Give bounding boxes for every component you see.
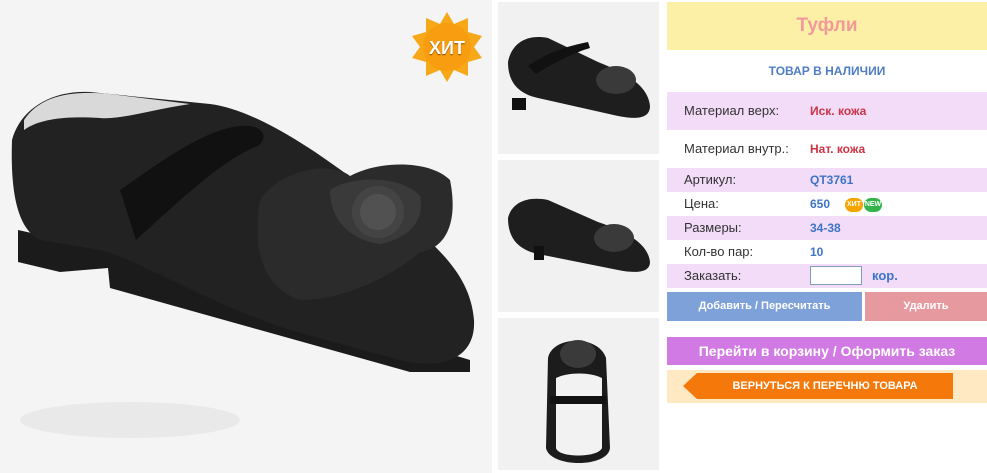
spec-value: 650 <box>810 197 831 211</box>
back-to-list-button[interactable]: ВЕРНУТЬСЯ К ПЕРЕЧНЮ ТОВАРА <box>697 373 953 399</box>
spec-row-article: Артикул: QT3761 <box>667 168 987 192</box>
hit-badge-icon: ХИТ <box>845 198 863 212</box>
order-unit: кор. <box>872 268 898 283</box>
spec-value: Нат. кожа <box>810 142 866 156</box>
shoe-thumbnail-image <box>498 160 659 312</box>
spec-row-price: Цена: 650 ХИТ NEW <box>667 192 987 216</box>
spec-label: Заказать: <box>684 268 742 283</box>
add-recalculate-button[interactable]: Добавить / Пересчитать <box>667 292 862 321</box>
spec-label: Материал верх: <box>684 103 780 118</box>
spec-label: Цена: <box>684 196 719 211</box>
spec-row-order: Заказать: кор. <box>667 264 987 288</box>
product-title: Туфли <box>667 2 987 50</box>
go-to-cart-button[interactable]: Перейти в корзину / Оформить заказ <box>667 337 987 365</box>
thumbnail-1[interactable] <box>498 2 659 154</box>
spec-row-sizes: Размеры: 34-38 <box>667 216 987 240</box>
thumbnail-3[interactable] <box>498 318 659 470</box>
availability-status: ТОВАР В НАЛИЧИИ <box>768 64 886 78</box>
spec-value: 34-38 <box>810 221 841 235</box>
shoe-thumbnail-image <box>498 2 659 154</box>
spec-row-material-inner: Материал внутр.: Нат. кожа <box>667 130 987 168</box>
main-product-image[interactable]: ХИТ <box>0 0 492 473</box>
spec-value: 10 <box>810 245 824 259</box>
delete-button[interactable]: Удалить <box>865 292 987 321</box>
spec-row-material-top: Материал верх: Иск. кожа <box>667 92 987 130</box>
new-badge-icon: NEW <box>864 198 882 212</box>
spec-label: Кол-во пар: <box>684 244 754 259</box>
spec-row-pairs: Кол-во пар: 10 <box>667 240 987 264</box>
spec-label: Артикул: <box>684 172 737 187</box>
spec-label: Материал внутр.: <box>684 141 789 156</box>
order-quantity-input[interactable] <box>810 266 862 285</box>
thumbnail-2[interactable] <box>498 160 659 312</box>
hit-badge-label: ХИТ <box>429 38 465 58</box>
arrow-left-icon[interactable] <box>683 373 697 399</box>
shoe-thumbnail-image <box>498 318 659 470</box>
spec-value: QT3761 <box>810 173 854 187</box>
spec-value: Иск. кожа <box>810 104 867 118</box>
spec-label: Размеры: <box>684 220 742 235</box>
